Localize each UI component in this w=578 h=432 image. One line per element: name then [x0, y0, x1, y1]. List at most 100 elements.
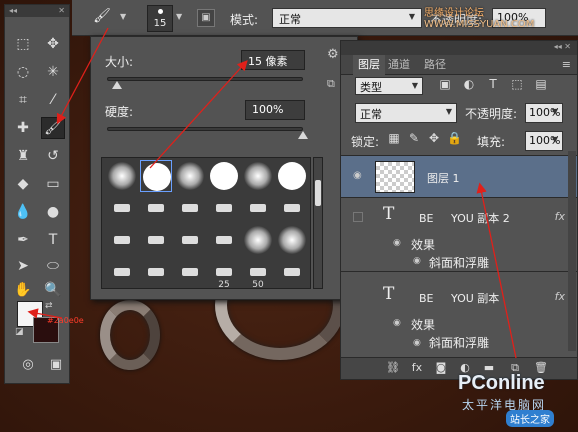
visibility-toggle[interactable] — [353, 212, 363, 222]
zoom-tool-icon[interactable]: 🔍 — [41, 279, 65, 301]
size-field[interactable]: 15 像素 — [241, 50, 305, 70]
presets-scrollbar[interactable] — [313, 157, 323, 289]
layer-row-be-you-copy[interactable]: T BE YOU 副本 fx ▼ ◉ 效果 ◉ 斜面和浮雕 — [341, 271, 577, 351]
brush-preset-picker[interactable]: 15 — [147, 5, 173, 32]
tab-layers[interactable]: 图层 — [353, 55, 385, 75]
brush-preset[interactable] — [106, 160, 138, 192]
brush-preset[interactable] — [174, 192, 206, 224]
adjustment-filter-icon[interactable]: ◐ — [461, 77, 477, 95]
screen-mode-icon[interactable]: ▣ — [45, 357, 67, 377]
gear-icon[interactable]: ⚙ — [327, 47, 339, 62]
brush-preset[interactable] — [276, 224, 308, 256]
lock-transparent-icon[interactable]: ▦ — [387, 131, 401, 145]
hand-tool-icon[interactable]: ✋ — [11, 279, 35, 301]
brush-preset[interactable] — [242, 160, 274, 192]
pen-tool-icon[interactable]: ✒ — [11, 229, 35, 251]
close-icon[interactable]: ✕ — [58, 5, 65, 17]
lasso-tool-icon[interactable]: ◌ — [11, 61, 35, 83]
brush-tool-icon[interactable]: 🖌 — [41, 117, 65, 139]
tool-preset-dropdown-icon[interactable]: ▼ — [120, 12, 126, 21]
brush-preset-dropdown-icon[interactable]: ▼ — [176, 12, 182, 21]
brush-preset[interactable] — [208, 192, 240, 224]
type-filter-icon[interactable]: T — [485, 77, 501, 95]
brush-preset[interactable] — [276, 256, 308, 288]
brush-preset[interactable] — [106, 192, 138, 224]
brush-preset[interactable] — [174, 256, 206, 288]
fill-field[interactable]: 100% ▼ — [525, 131, 563, 151]
brush-preset[interactable]: 50 — [242, 256, 274, 290]
layers-scrollbar[interactable] — [568, 151, 576, 351]
brush-preset[interactable] — [242, 192, 274, 224]
crop-tool-icon[interactable]: ⌗ — [11, 89, 35, 111]
layer-row-layer1[interactable]: ◉ 图层 1 — [341, 155, 577, 197]
smart-object-filter-icon[interactable]: ▤ — [533, 77, 549, 95]
eyedropper-tool-icon[interactable]: ⁄ — [41, 89, 65, 111]
swap-colors-icon[interactable]: ⇄ — [45, 301, 53, 311]
brush-preset[interactable] — [276, 192, 308, 224]
brush-preset[interactable] — [106, 224, 138, 256]
eye-icon[interactable]: ◉ — [353, 170, 362, 181]
hardness-field[interactable]: 100% — [245, 100, 305, 120]
hardness-slider-thumb[interactable] — [298, 131, 308, 139]
link-icon[interactable]: ⛓ — [385, 361, 401, 377]
brush-preset[interactable] — [140, 192, 172, 224]
magic-wand-tool-icon[interactable]: ✳ — [41, 61, 65, 83]
brush-tool-icon[interactable]: 🖌 — [92, 8, 112, 28]
brush-preset[interactable] — [242, 224, 274, 256]
brush-preset[interactable] — [140, 224, 172, 256]
lock-position-icon[interactable]: ✥ — [427, 131, 441, 145]
eraser-tool-icon[interactable]: ◆ — [11, 173, 35, 195]
ellipse-tool-icon[interactable]: ⬭ — [41, 255, 65, 277]
stamp-tool-icon[interactable]: ♜ — [11, 145, 35, 167]
blur-tool-icon[interactable]: 💧 — [11, 201, 35, 223]
shape-filter-icon[interactable]: ⬚ — [509, 77, 525, 95]
mode-select[interactable]: 正常 ▼ — [272, 8, 422, 28]
eye-icon[interactable]: ◉ — [393, 318, 401, 328]
brush-preset-selected[interactable] — [140, 160, 172, 192]
marquee-tool-icon[interactable]: ⬚ — [11, 33, 35, 55]
brush-preset[interactable] — [208, 224, 240, 256]
quick-mask-icon[interactable]: ◎ — [17, 357, 39, 377]
hardness-slider[interactable] — [107, 127, 303, 131]
brush-preset[interactable] — [208, 160, 240, 192]
type-tool-icon[interactable]: T — [41, 229, 65, 251]
layer-row-be-you-copy2[interactable]: T BE YOU 副本 2 fx ▼ ◉ 效果 ◉ 斜面和浮雕 — [341, 197, 577, 271]
size-slider[interactable] — [107, 77, 303, 81]
eye-icon[interactable]: ◉ — [413, 338, 421, 348]
eye-icon[interactable]: ◉ — [413, 256, 421, 266]
brush-preset[interactable] — [174, 160, 206, 192]
path-select-tool-icon[interactable]: ➤ — [11, 255, 35, 277]
brush-preset[interactable] — [174, 224, 206, 256]
move-tool-icon[interactable]: ✥ — [41, 33, 65, 55]
brush-preset[interactable] — [106, 256, 138, 288]
layers-panel-header[interactable]: ◂◂ ✕ — [341, 41, 577, 55]
size-slider-thumb[interactable] — [111, 81, 122, 89]
history-brush-tool-icon[interactable]: ↺ — [41, 145, 65, 167]
new-preset-icon[interactable]: ⧉ — [327, 77, 335, 91]
dodge-tool-icon[interactable]: ● — [41, 201, 65, 223]
fx-badge[interactable]: fx — [555, 210, 565, 223]
lock-all-icon[interactable]: 🔒 — [447, 131, 462, 145]
scrollbar-thumb[interactable] — [315, 180, 321, 206]
fx-icon[interactable]: fx — [409, 361, 425, 377]
layer-opacity-field[interactable]: 100% ▼ — [525, 103, 563, 123]
collapse-icon[interactable]: ◂◂ — [9, 6, 17, 15]
tab-channels[interactable]: 通道 — [383, 55, 415, 75]
default-colors-icon[interactable]: ◪ — [15, 327, 24, 337]
toolbox-header[interactable]: ◂◂ ✕ — [5, 5, 69, 17]
fx-badge[interactable]: fx — [555, 290, 565, 303]
brush-preset[interactable] — [140, 256, 172, 288]
blend-mode-select[interactable]: 正常 ▼ — [355, 103, 457, 123]
brush-panel-toggle-icon[interactable]: ▣ — [197, 9, 215, 27]
lock-pixels-icon[interactable]: ✎ — [407, 131, 421, 145]
pixel-filter-icon[interactable]: ▣ — [437, 77, 453, 95]
eye-icon[interactable]: ◉ — [393, 238, 401, 248]
brush-preset[interactable] — [276, 160, 308, 192]
tab-paths[interactable]: 路径 — [419, 55, 451, 75]
brush-preset[interactable]: 25 — [208, 256, 240, 290]
panel-menu-icon[interactable]: ≡ — [562, 58, 571, 71]
layer-filter-select[interactable]: 类型 ▼ — [355, 77, 423, 95]
healing-tool-icon[interactable]: ✚ — [11, 117, 35, 139]
collapse-icon[interactable]: ◂◂ ✕ — [554, 42, 571, 51]
gradient-tool-icon[interactable]: ▭ — [41, 173, 65, 195]
